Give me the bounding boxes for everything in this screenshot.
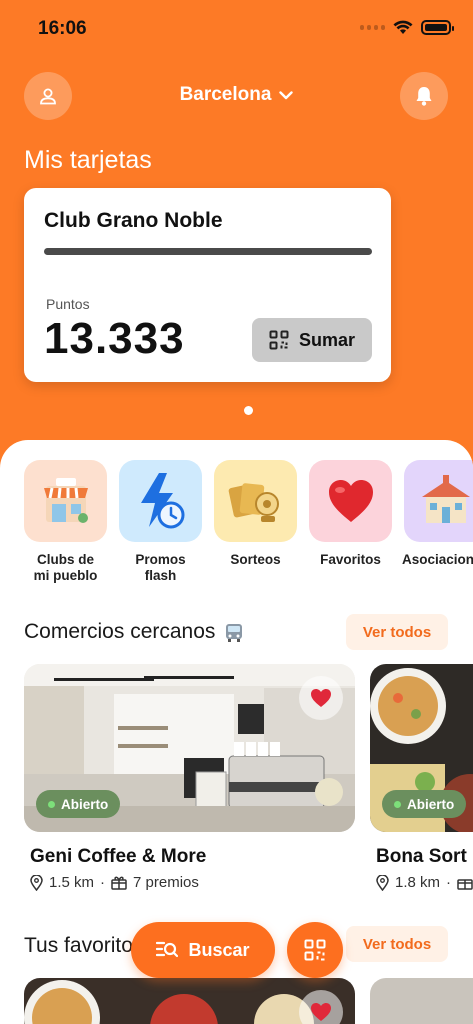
city-name: Barcelona bbox=[179, 84, 272, 105]
category-favoritos[interactable]: Favoritos bbox=[309, 460, 392, 584]
open-status-label: Abierto bbox=[61, 796, 109, 812]
town-hall-icon bbox=[421, 475, 470, 523]
location-pin-icon bbox=[30, 874, 43, 891]
category-promos[interactable]: Promos flash bbox=[119, 460, 202, 584]
signal-icon bbox=[360, 25, 385, 30]
meta-separator: · bbox=[446, 874, 452, 891]
cards-section-title: Mis tarjetas bbox=[24, 146, 152, 174]
heart-icon bbox=[328, 480, 373, 522]
favorite-button[interactable] bbox=[299, 676, 343, 720]
search-list-icon bbox=[156, 941, 179, 958]
cat-icon-bg bbox=[309, 460, 392, 542]
add-points-button[interactable]: Sumar bbox=[252, 318, 372, 362]
wifi-icon bbox=[393, 20, 413, 34]
favorite-shop-photo[interactable] bbox=[24, 978, 355, 1024]
cat-icon-bg bbox=[119, 460, 202, 542]
status-time: 16:06 bbox=[38, 18, 87, 39]
notifications-button[interactable] bbox=[400, 72, 448, 120]
shop-icon bbox=[43, 478, 88, 523]
category-label: Sorteos bbox=[230, 552, 281, 567]
chevron-down-icon bbox=[279, 90, 294, 99]
qr-code-icon bbox=[269, 330, 289, 350]
gift-icon bbox=[457, 879, 473, 890]
shop-photo: Abierto bbox=[370, 664, 473, 832]
shop-card[interactable]: Abierto Bona Sort 1.8 km · bbox=[370, 664, 473, 891]
favorites-see-all-button[interactable]: Ver todos bbox=[346, 926, 448, 962]
search-button[interactable]: Buscar bbox=[131, 922, 275, 978]
bus-stop-icon bbox=[226, 624, 243, 642]
shop-meta: 1.5 km · 7 premios bbox=[30, 874, 355, 891]
gift-icon bbox=[111, 876, 127, 890]
category-asociaciones[interactable]: Asociaciones bbox=[401, 460, 473, 584]
open-status-badge: Abierto bbox=[36, 790, 121, 818]
nearby-section-title: Comercios cercanos bbox=[24, 620, 216, 643]
open-status-badge: Abierto bbox=[382, 790, 467, 818]
loyalty-card[interactable]: Club Grano Noble Puntos 13.333 Sumar bbox=[24, 188, 391, 382]
favorites-section-title: Tus favoritos bbox=[24, 934, 144, 957]
qr-code-icon bbox=[304, 939, 326, 961]
nearby-section-header: Comercios cercanos Ver todos bbox=[24, 612, 473, 652]
add-points-label: Sumar bbox=[298, 329, 356, 350]
lottery-tickets-icon bbox=[228, 483, 279, 522]
bell-icon bbox=[416, 87, 432, 106]
search-button-label: Buscar bbox=[188, 939, 250, 960]
shop-name: Geni Coffee & More bbox=[30, 846, 207, 867]
shop-distance: 1.5 km bbox=[49, 874, 95, 891]
meta-separator: · bbox=[100, 874, 106, 891]
heart-icon bbox=[311, 1003, 331, 1021]
category-label: Clubs de mi pueblo bbox=[33, 552, 98, 583]
shop-photo: Abierto bbox=[24, 664, 355, 832]
location-pin-icon bbox=[376, 874, 389, 891]
qr-scan-button[interactable] bbox=[287, 922, 343, 978]
open-status-dot bbox=[394, 800, 401, 808]
card-points-label: Puntos bbox=[46, 296, 90, 312]
shop-meta: 1.8 km · bbox=[376, 874, 473, 891]
cat-icon-bg bbox=[214, 460, 297, 542]
open-status-label: Abierto bbox=[407, 796, 455, 812]
shop-name: Bona Sort bbox=[376, 846, 467, 867]
nearby-see-all-button[interactable]: Ver todos bbox=[346, 614, 448, 650]
carousel-page-indicator bbox=[244, 406, 253, 415]
category-clubs[interactable]: Clubs de mi pueblo bbox=[24, 460, 107, 584]
lightning-clock-icon bbox=[140, 473, 184, 529]
category-label: Asociaciones bbox=[401, 552, 473, 567]
cat-icon-bg bbox=[404, 460, 473, 542]
status-icons bbox=[360, 20, 454, 35]
shop-distance: 1.8 km bbox=[395, 874, 441, 891]
category-label: Promos flash bbox=[135, 552, 186, 583]
battery-icon bbox=[421, 20, 454, 35]
shop-rewards: 7 premios bbox=[133, 874, 199, 891]
heart-icon bbox=[311, 689, 331, 707]
categories-row: Clubs de mi pueblo Promos flash Sorteos … bbox=[24, 460, 473, 584]
open-status-dot bbox=[48, 800, 55, 808]
card-progress-bar bbox=[44, 248, 372, 255]
favorite-shop-photo[interactable] bbox=[370, 978, 473, 1024]
card-points-value: 13.333 bbox=[44, 314, 185, 363]
category-label: Favoritos bbox=[320, 552, 381, 567]
status-bar: 16:06 bbox=[0, 0, 473, 60]
category-sorteos[interactable]: Sorteos bbox=[214, 460, 297, 584]
shop-card[interactable]: Abierto Geni Coffee & More 1.5 km · 7 pr… bbox=[24, 664, 355, 891]
cat-icon-bg bbox=[24, 460, 107, 542]
card-club-name: Club Grano Noble bbox=[44, 209, 223, 232]
